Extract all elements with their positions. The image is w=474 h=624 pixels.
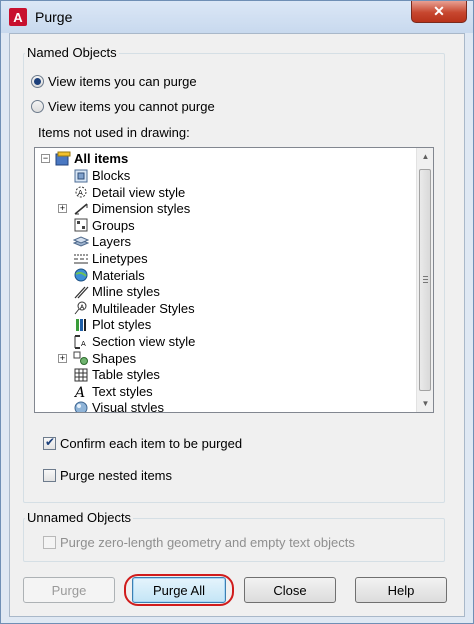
confirm-each-checkbox-row[interactable]: Confirm each item to be purged xyxy=(43,434,242,452)
table-styles-icon xyxy=(73,367,89,383)
close-button[interactable]: Close xyxy=(244,577,336,603)
items-list-label: Items not used in drawing: xyxy=(38,125,190,140)
tree-item-all-items[interactable]: All items xyxy=(55,150,128,167)
tree-item-label: Blocks xyxy=(92,168,131,183)
radio-view-purgeable[interactable]: View items you can purge xyxy=(31,72,197,90)
tree-item-label: Section view style xyxy=(92,334,196,349)
blocks-icon xyxy=(73,168,89,184)
tree-item-materials[interactable]: Materials xyxy=(73,267,145,284)
named-objects-label: Named Objects xyxy=(25,45,119,60)
tree-item-text-styles[interactable]: A Text styles xyxy=(73,383,153,400)
zero-length-checkbox xyxy=(43,535,56,549)
tree-item-groups[interactable]: Groups xyxy=(73,217,135,234)
radio-view-purgeable-label: View items you can purge xyxy=(48,73,197,89)
purge-nested-label: Purge nested items xyxy=(60,467,173,483)
tree-item-linetypes[interactable]: Linetypes xyxy=(73,250,148,267)
groups-icon xyxy=(73,217,89,233)
tree-item-layers[interactable]: Layers xyxy=(73,233,131,250)
zero-length-label: Purge zero-length geometry and empty tex… xyxy=(60,534,355,550)
vertical-scrollbar[interactable]: ▲ ▼ xyxy=(416,148,433,412)
section-view-style-icon: A xyxy=(73,334,89,350)
tree-item-label: Plot styles xyxy=(92,317,152,333)
title-bar[interactable]: A Purge ✕ xyxy=(1,1,473,33)
materials-icon xyxy=(73,267,89,283)
tree-item-label: All items xyxy=(74,151,129,166)
confirm-each-label: Confirm each item to be purged xyxy=(60,435,243,451)
plot-styles-icon xyxy=(73,317,89,333)
tree-item-multileader-styles[interactable]: A Multileader Styles xyxy=(73,300,195,317)
annotation-highlight-ring xyxy=(124,574,234,606)
tree-item-label: Layers xyxy=(92,234,132,250)
unnamed-objects-label: Unnamed Objects xyxy=(25,510,134,525)
expand-dimension-styles-icon[interactable]: + xyxy=(58,204,67,214)
tree-item-plot-styles[interactable]: Plot styles xyxy=(73,316,151,333)
scroll-down-arrow-icon[interactable]: ▼ xyxy=(417,395,433,412)
close-icon: ✕ xyxy=(433,3,445,19)
tree-item-blocks[interactable]: Blocks xyxy=(73,167,130,184)
layers-icon xyxy=(73,234,89,250)
tree-item-label: Multileader Styles xyxy=(92,300,195,316)
tree-item-label: Visual styles xyxy=(92,400,165,413)
autocad-logo-icon: A xyxy=(9,8,27,26)
purge-nested-checkbox-row[interactable]: Purge nested items xyxy=(43,466,172,484)
purge-dialog: A Purge ✕ Named Objects View items you c… xyxy=(0,0,474,624)
tree-item-shapes[interactable]: Shapes xyxy=(73,350,136,367)
radio-button-checked[interactable] xyxy=(31,74,44,88)
visual-styles-icon xyxy=(73,400,89,412)
expand-shapes-icon[interactable]: + xyxy=(58,353,67,363)
scroll-up-arrow-icon[interactable]: ▲ xyxy=(417,148,433,165)
radio-view-nonpurgeable-label: View items you cannot purge xyxy=(48,98,215,114)
zero-length-checkbox-row: Purge zero-length geometry and empty tex… xyxy=(43,533,355,551)
tree-item-label: Detail view style xyxy=(92,184,186,200)
svg-text:A: A xyxy=(78,189,83,197)
tree-item-label: Mline styles xyxy=(92,284,160,300)
radio-dot-icon xyxy=(34,77,41,85)
mline-styles-icon xyxy=(73,284,89,300)
purge-nested-checkbox[interactable] xyxy=(43,468,56,482)
text-styles-icon: A xyxy=(73,383,89,399)
tree-item-mline-styles[interactable]: Mline styles xyxy=(73,283,160,300)
scroll-thumb[interactable] xyxy=(419,169,431,391)
scroll-grip-icon xyxy=(423,282,428,283)
close-window-button[interactable]: ✕ xyxy=(411,1,467,23)
confirm-each-checkbox[interactable] xyxy=(43,435,56,450)
all-items-icon xyxy=(55,151,71,167)
tree-item-label: Linetypes xyxy=(92,251,148,266)
radio-view-nonpurgeable[interactable]: View items you cannot purge xyxy=(31,97,215,115)
tree-item-dimension-styles[interactable]: Dimension styles xyxy=(73,200,190,217)
svg-text:A: A xyxy=(81,340,86,348)
detail-view-style-icon: A xyxy=(73,184,89,200)
tree-item-label: Shapes xyxy=(92,350,137,366)
radio-button-unchecked[interactable] xyxy=(31,99,44,113)
tree-item-section-view-style[interactable]: A Section view style xyxy=(73,333,195,350)
multileader-styles-icon: A xyxy=(73,300,89,316)
tree-item-label: Text styles xyxy=(92,383,153,399)
linetypes-icon xyxy=(73,251,89,267)
help-button[interactable]: Help xyxy=(355,577,447,603)
items-tree-view[interactable]: − All items Blocks A Detail view style + Dim… xyxy=(34,147,434,413)
tree-item-visual-styles[interactable]: Visual styles xyxy=(73,399,165,413)
scroll-grip-icon xyxy=(423,276,428,277)
tree-item-table-styles[interactable]: Table styles xyxy=(73,366,160,383)
tree-item-label: Materials xyxy=(92,267,145,283)
window-title: Purge xyxy=(35,9,73,25)
tree-item-detail-view-style[interactable]: A Detail view style xyxy=(73,184,185,201)
tree-item-label: Dimension styles xyxy=(92,201,191,217)
tree-item-label: Groups xyxy=(92,217,135,233)
collapse-all-items-icon[interactable]: − xyxy=(41,154,50,163)
scroll-grip-icon xyxy=(423,279,428,280)
svg-text:A: A xyxy=(73,385,85,399)
shapes-icon xyxy=(73,350,89,366)
tree-item-label: Table styles xyxy=(92,367,160,383)
dimension-styles-icon xyxy=(73,201,89,217)
purge-button: Purge xyxy=(23,577,115,603)
